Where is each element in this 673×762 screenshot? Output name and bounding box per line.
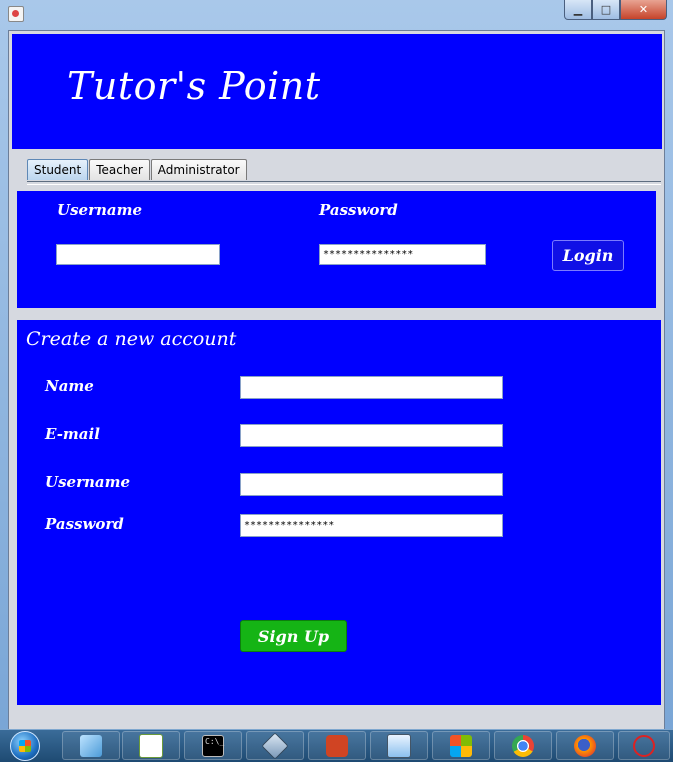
- chrome-icon: [512, 734, 534, 757]
- java-app-icon[interactable]: [8, 6, 24, 22]
- signup-username-label: Username: [45, 473, 131, 491]
- taskbar: C:\_: [0, 729, 673, 762]
- tab-divider: [27, 181, 661, 185]
- tab-teacher[interactable]: Teacher: [89, 159, 150, 180]
- start-button[interactable]: [4, 731, 46, 761]
- login-panel: Username Password Login: [17, 191, 656, 308]
- windows-start-orb-icon: [10, 731, 40, 761]
- login-username-input[interactable]: [56, 244, 220, 265]
- taskbar-network-app[interactable]: [618, 731, 670, 760]
- create-account-title: Create a new account: [26, 328, 237, 350]
- taskbar-powerpoint[interactable]: [308, 731, 366, 760]
- login-button[interactable]: Login: [552, 240, 624, 271]
- notes-icon: [80, 734, 102, 757]
- virtualbox-icon: [261, 731, 289, 760]
- taskbar-chrome[interactable]: [494, 731, 552, 760]
- powerpoint-icon: [326, 734, 348, 757]
- taskbar-control-panel[interactable]: [370, 731, 428, 760]
- login-username-label: Username: [57, 201, 143, 219]
- app-title: Tutor's Point: [67, 64, 321, 108]
- network-app-icon: [633, 734, 655, 757]
- taskbar-command-prompt[interactable]: C:\_: [184, 731, 242, 760]
- role-tabs: Student Teacher Administrator: [27, 159, 248, 181]
- login-password-input[interactable]: [319, 244, 486, 265]
- signup-panel: Create a new account Name E-mail Usernam…: [17, 320, 661, 705]
- content-pane: Tutor's Point Student Teacher Administra…: [8, 30, 665, 730]
- signup-name-label: Name: [45, 377, 94, 395]
- taskbar-virtualbox[interactable]: [246, 731, 304, 760]
- taskbar-notes[interactable]: [62, 731, 120, 760]
- control-panel-icon: [387, 733, 411, 758]
- title-bar[interactable]: ▁ □ ✕: [0, 0, 673, 26]
- maximize-button[interactable]: □: [592, 0, 620, 20]
- close-button[interactable]: ✕: [620, 0, 667, 20]
- taskbar-windows-flag[interactable]: [432, 731, 490, 760]
- windows-flag-icon: [450, 734, 472, 757]
- taskbar-firefox[interactable]: [556, 731, 614, 760]
- signup-password-input[interactable]: [240, 514, 503, 537]
- application-window: ▁ □ ✕ Tutor's Point Student Teacher Admi…: [0, 0, 673, 730]
- taskbar-notepad-plus[interactable]: [122, 731, 180, 760]
- signup-username-input[interactable]: [240, 473, 503, 496]
- signup-password-label: Password: [45, 515, 124, 533]
- tab-student[interactable]: Student: [27, 159, 89, 180]
- login-password-label: Password: [319, 201, 398, 219]
- tab-administrator[interactable]: Administrator: [150, 159, 247, 180]
- header-banner: Tutor's Point: [12, 34, 662, 149]
- signup-email-input[interactable]: [240, 424, 503, 447]
- command-prompt-icon: C:\_: [202, 734, 224, 757]
- notepad-plus-icon: [139, 733, 163, 758]
- signup-button[interactable]: Sign Up: [240, 620, 347, 652]
- signup-email-label: E-mail: [45, 425, 100, 443]
- firefox-icon: [574, 734, 596, 757]
- minimize-button[interactable]: ▁: [564, 0, 592, 20]
- window-controls: ▁ □ ✕: [564, 0, 667, 20]
- signup-name-input[interactable]: [240, 376, 503, 399]
